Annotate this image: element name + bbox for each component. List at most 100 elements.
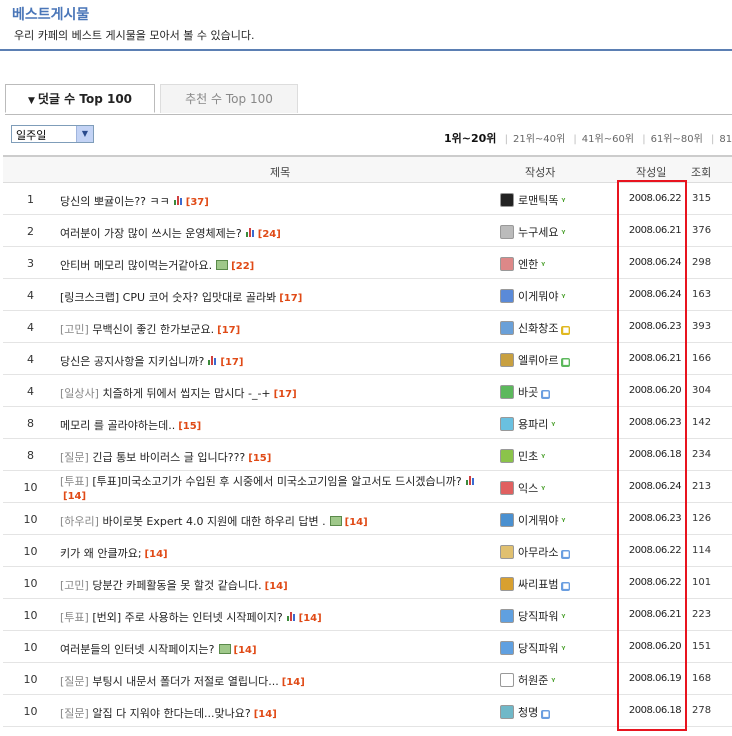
post-category[interactable]: [투표]	[60, 475, 89, 488]
post-author[interactable]: 민초 ᵞ	[500, 448, 545, 464]
view-count: 234	[692, 449, 712, 460]
comment-count[interactable]: [14]	[63, 491, 86, 502]
author-nickname[interactable]: 누구세요	[518, 226, 558, 239]
post-title-link[interactable]: 안티버 메모리 많이먹는거같아요.	[60, 259, 212, 272]
post-subject: [질문] 부팅시 내문서 폴더가 저절로 열립니다... [14]	[60, 673, 492, 689]
post-category[interactable]: [고민]	[60, 323, 89, 336]
post-author[interactable]: 싸리표범 ■	[500, 576, 571, 592]
pager-link[interactable]: 41위~60위	[582, 134, 634, 145]
author-nickname[interactable]: 청명	[518, 706, 538, 719]
author-nickname[interactable]: 당직파워	[518, 642, 558, 655]
author-nickname[interactable]: 바곳	[518, 386, 538, 399]
post-category[interactable]: [고민]	[60, 579, 89, 592]
post-author[interactable]: 당직파워 ᵞ	[500, 608, 565, 624]
comment-count[interactable]: [37]	[186, 197, 209, 208]
post-author[interactable]: 로맨틱똑 ᵞ	[500, 192, 565, 208]
author-nickname[interactable]: 민초	[518, 450, 538, 463]
author-nickname[interactable]: 익스	[518, 482, 538, 495]
post-category[interactable]: [일상사]	[60, 387, 99, 400]
chevron-down-icon[interactable]: ▼	[76, 126, 93, 142]
post-category[interactable]: [질문]	[60, 451, 89, 464]
author-nickname[interactable]: 싸리표범	[518, 578, 558, 591]
comment-count[interactable]: [14]	[345, 517, 368, 528]
post-author[interactable]: 신화창조 ■	[500, 320, 571, 336]
post-title-link[interactable]: 당신의 뽀귤이는?? ㅋㅋ	[60, 195, 170, 208]
comment-count[interactable]: [14]	[254, 709, 277, 720]
member-avatar-icon	[500, 385, 514, 399]
post-author[interactable]: 청명 ■	[500, 704, 551, 720]
comment-count[interactable]: [14]	[265, 581, 288, 592]
comment-count[interactable]: [14]	[282, 677, 305, 688]
author-nickname[interactable]: 이게뭐야	[518, 514, 558, 527]
post-title-link[interactable]: 여러분들의 인터넷 시작페이지는?	[60, 643, 215, 656]
author-nickname[interactable]: 이게뭐야	[518, 290, 558, 303]
author-nickname[interactable]: 신화창조	[518, 322, 558, 335]
post-title-link[interactable]: [투표]미국소고기가 수입된 후 시중에서 미국소고기임을 알고서도 드시겠습니…	[92, 475, 461, 488]
member-avatar-icon	[500, 321, 514, 335]
comment-count[interactable]: [14]	[234, 645, 257, 656]
comment-count[interactable]: [17]	[217, 325, 240, 336]
rank-number: 10	[23, 705, 38, 718]
post-author[interactable]: 이게뭐야 ᵞ	[500, 512, 565, 528]
post-author[interactable]: 이게뭐야 ᵞ	[500, 288, 565, 304]
post-author[interactable]: 익스 ᵞ	[500, 480, 545, 496]
post-title-link[interactable]: 당분간 카페활동을 못 할것 같습니다.	[92, 579, 261, 592]
post-author[interactable]: 누구세요 ᵞ	[500, 224, 565, 240]
post-title-link[interactable]: 메모리 를 골라야하는데..	[60, 419, 175, 432]
post-title-link[interactable]: 바이로봇 Expert 4.0 지원에 대한 하우리 답변 .	[102, 515, 325, 528]
post-title-link[interactable]: 무백신이 좋긴 한가보군요.	[92, 323, 214, 336]
post-title-link[interactable]: 부팅시 내문서 폴더가 저절로 열립니다...	[92, 675, 278, 688]
pager-link[interactable]: 61위~80위	[651, 134, 703, 145]
author-nickname[interactable]: 허원준	[518, 674, 548, 687]
post-title-link[interactable]: 긴급 통보 바이러스 글 입니다???	[92, 451, 245, 464]
post-title-link[interactable]: [링크스크랩] CPU 코어 숫자? 입맛대로 골라봐	[60, 291, 276, 304]
post-author[interactable]: 아무라소 ■	[500, 544, 571, 560]
author-nickname[interactable]: 아무라소	[518, 546, 558, 559]
pager-link[interactable]: 81위	[719, 134, 732, 145]
author-nickname[interactable]: 엔한	[518, 258, 538, 271]
rank-number: 4	[27, 353, 34, 366]
comment-count[interactable]: [17]	[279, 293, 302, 304]
period-select[interactable]: 일주일 ▼	[11, 125, 94, 143]
comment-count[interactable]: [15]	[178, 421, 201, 432]
post-author[interactable]: 바곳 ■	[500, 384, 551, 400]
post-title-link[interactable]: 키가 왜 안클까요;	[60, 547, 142, 560]
comment-count[interactable]: [22]	[231, 261, 254, 272]
post-title-link[interactable]: [번외] 주로 사용하는 인터넷 시작페이지?	[92, 611, 282, 624]
author-nickname[interactable]: 엘뤼아르	[518, 354, 558, 367]
post-category[interactable]: [질문]	[60, 675, 89, 688]
period-select-value: 일주일	[16, 129, 47, 142]
post-author[interactable]: 용파리 ᵞ	[500, 416, 555, 432]
author-nickname[interactable]: 당직파워	[518, 610, 558, 623]
post-subject: 여러분이 가장 많이 쓰시는 운영체제는? [24]	[60, 225, 492, 241]
member-avatar-icon	[500, 257, 514, 271]
comment-count[interactable]: [17]	[220, 357, 243, 368]
post-title-link[interactable]: 치즐하게 뒤에서 씹지는 맙시다 -_-+	[102, 387, 270, 400]
pager-current[interactable]: 1위~20위	[444, 132, 496, 145]
post-subject: 키가 왜 안클까요; [14]	[60, 545, 492, 561]
post-subject: [고민] 무백신이 좋긴 한가보군요. [17]	[60, 321, 492, 337]
member-level-blue-icon: ■	[541, 710, 551, 719]
tab-recommend-top100[interactable]: 추천 수 Top 100	[160, 84, 298, 113]
post-author[interactable]: 당직파워 ᵞ	[500, 640, 565, 656]
post-category[interactable]: [투표]	[60, 611, 89, 624]
post-category[interactable]: [하우리]	[60, 515, 99, 528]
comment-count[interactable]: [14]	[145, 549, 168, 560]
post-title-link[interactable]: 알집 다 지워야 한다는데...맞나요?	[92, 707, 250, 720]
post-author[interactable]: 엘뤼아르 ■	[500, 352, 571, 368]
comment-count[interactable]: [24]	[258, 229, 281, 240]
author-nickname[interactable]: 용파리	[518, 418, 548, 431]
rank-number: 10	[23, 545, 38, 558]
post-author[interactable]: 엔한 ᵞ	[500, 256, 545, 272]
post-category[interactable]: [질문]	[60, 707, 89, 720]
post-title-link[interactable]: 여러분이 가장 많이 쓰시는 운영체제는?	[60, 227, 242, 240]
comment-count[interactable]: [14]	[299, 613, 322, 624]
author-nickname[interactable]: 로맨틱똑	[518, 194, 558, 207]
comment-count[interactable]: [15]	[248, 453, 271, 464]
post-author[interactable]: 허원준 ᵞ	[500, 672, 555, 688]
comment-count[interactable]: [17]	[274, 389, 297, 400]
post-title-link[interactable]: 당신은 공지사항을 지키십니까?	[60, 355, 204, 368]
pager-link[interactable]: 21위~40위	[513, 134, 565, 145]
tab-comments-top100[interactable]: ▼ 덧글 수 Top 100	[5, 84, 155, 113]
member-level-blue-icon: ■	[541, 390, 551, 399]
